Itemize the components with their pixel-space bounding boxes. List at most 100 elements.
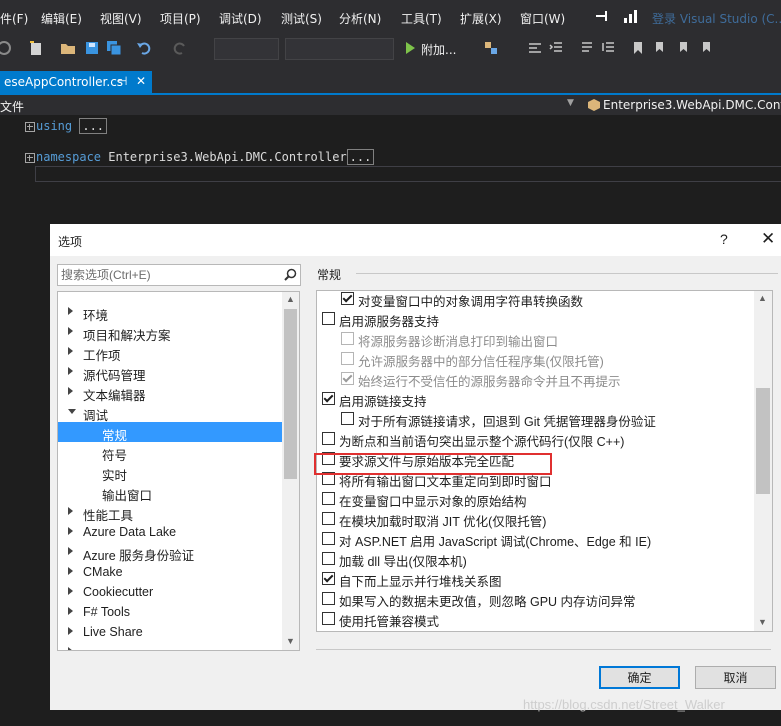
undo-icon[interactable]	[136, 40, 152, 56]
navigate-back-icon[interactable]	[0, 40, 16, 56]
attach-label[interactable]: 附加...	[421, 41, 456, 58]
tree-item[interactable]: 调试	[58, 402, 282, 423]
unchecked-checkbox[interactable]	[322, 532, 335, 545]
menu-analyze[interactable]: 分析(N)	[339, 10, 381, 27]
unchecked-checkbox[interactable]	[322, 612, 335, 625]
collapsed-arrow-icon[interactable]	[68, 327, 73, 335]
prev-bookmark-icon[interactable]	[653, 40, 669, 56]
tree-item[interactable]: 输出窗口	[58, 482, 282, 503]
search-icon[interactable]	[284, 268, 297, 281]
tree-item[interactable]: 项目和解决方案	[58, 322, 282, 343]
unchecked-checkbox[interactable]	[322, 512, 335, 525]
unchecked-checkbox[interactable]	[322, 492, 335, 505]
checked-checkbox[interactable]	[341, 292, 354, 305]
tree-item[interactable]: 工作项	[58, 342, 282, 363]
nav-right-label[interactable]: Enterprise3.WebApi.DMC.Cont	[603, 98, 781, 112]
tree-item[interactable]: 环境	[58, 302, 282, 323]
uncomment-icon[interactable]	[601, 40, 617, 56]
nav-left-label[interactable]: 文件	[0, 98, 24, 115]
checked-checkbox[interactable]	[322, 392, 335, 405]
pin-icon[interactable]: ⊣	[117, 74, 127, 88]
collapsed-arrow-icon[interactable]	[68, 607, 73, 615]
save-icon[interactable]	[84, 40, 100, 56]
scroll-up-icon[interactable]: ▲	[758, 293, 767, 303]
help-icon[interactable]: ?	[720, 231, 728, 247]
bookmark-icon[interactable]	[630, 40, 646, 56]
scroll-down-icon[interactable]: ▼	[286, 636, 295, 646]
unchecked-checkbox[interactable]	[322, 312, 335, 325]
expand-icon[interactable]	[25, 152, 35, 163]
collapsed-arrow-icon[interactable]	[68, 367, 73, 375]
collapsed-arrow-icon[interactable]	[68, 627, 73, 635]
tree-item[interactable]: 实时	[58, 462, 282, 483]
collapsed-arrow-icon[interactable]	[68, 507, 73, 515]
collapsed-arrow-icon[interactable]	[68, 527, 73, 535]
step-icon[interactable]	[527, 40, 543, 56]
redo-icon[interactable]	[172, 40, 188, 56]
menu-tools[interactable]: 工具(T)	[401, 10, 442, 27]
tree-item[interactable]: Live Share	[58, 622, 282, 642]
start-debugging-icon[interactable]	[402, 40, 418, 56]
tree-item[interactable]: 源代码管理	[58, 362, 282, 383]
menu-extensions[interactable]: 扩展(X)	[460, 10, 502, 27]
menu-project[interactable]: 项目(P)	[160, 10, 201, 27]
live-share-icon[interactable]	[596, 8, 646, 24]
collapsed-arrow-icon[interactable]	[68, 307, 73, 315]
collapsed-arrow-icon[interactable]	[68, 647, 73, 650]
platform-combo[interactable]	[285, 38, 394, 60]
close-icon[interactable]: ✕	[761, 229, 775, 249]
scroll-down-icon[interactable]: ▼	[758, 617, 767, 627]
search-input[interactable]	[61, 267, 271, 283]
open-folder-icon[interactable]	[60, 40, 76, 56]
tree-item[interactable]: Node.js 工具	[58, 642, 282, 650]
collapsed-arrow-icon[interactable]	[68, 387, 73, 395]
save-all-icon[interactable]	[106, 40, 122, 56]
new-project-icon[interactable]	[28, 40, 44, 56]
collapsed-arrow-icon[interactable]	[68, 567, 73, 575]
menu-view[interactable]: 视图(V)	[100, 10, 142, 27]
indent-icon[interactable]	[548, 40, 564, 56]
tree-scrollbar[interactable]: ▲ ▼	[282, 292, 299, 650]
menu-test[interactable]: 测试(S)	[281, 10, 322, 27]
options-scroll-thumb[interactable]	[756, 388, 770, 494]
collapsed-region[interactable]: ...	[346, 149, 375, 165]
menu-debug[interactable]: 调试(D)	[219, 10, 262, 27]
scroll-up-icon[interactable]: ▲	[286, 294, 295, 304]
close-icon[interactable]: ✕	[136, 74, 146, 88]
collapsed-region[interactable]: ...	[79, 118, 108, 134]
menu-window[interactable]: 窗口(W)	[520, 10, 565, 27]
configuration-combo[interactable]	[214, 38, 279, 60]
tree-item[interactable]: CMake	[58, 562, 282, 582]
collapsed-arrow-icon[interactable]	[68, 547, 73, 555]
unchecked-checkbox[interactable]	[322, 552, 335, 565]
tree-item[interactable]: F# Tools	[58, 602, 282, 622]
chevron-down-icon[interactable]: ▼	[567, 98, 574, 108]
expand-icon[interactable]	[25, 121, 35, 132]
tree-item[interactable]: 性能工具	[58, 502, 282, 523]
tree-item[interactable]: Cookiecutter	[58, 582, 282, 602]
dialog-title-bar[interactable]: 选项 ? ✕	[50, 224, 781, 256]
collapsed-arrow-icon[interactable]	[68, 587, 73, 595]
checked-checkbox[interactable]	[322, 572, 335, 585]
collapsed-arrow-icon[interactable]	[68, 347, 73, 355]
tree-item[interactable]: Azure Data Lake	[58, 522, 282, 542]
tree-item[interactable]: 文本编辑器	[58, 382, 282, 403]
expanded-arrow-icon[interactable]	[68, 409, 76, 414]
cancel-button[interactable]: 取消	[695, 666, 776, 689]
unchecked-checkbox[interactable]	[341, 412, 354, 425]
clear-bookmarks-icon[interactable]	[700, 40, 716, 56]
menu-file[interactable]: 件(F)	[0, 10, 28, 27]
sign-in-link[interactable]: 登录 Visual Studio (C...	[652, 10, 781, 27]
tree-item[interactable]: 常规	[58, 422, 282, 443]
comment-icon[interactable]	[579, 40, 595, 56]
menu-edit[interactable]: 编辑(E)	[41, 10, 82, 27]
options-scrollbar[interactable]: ▲ ▼	[754, 291, 772, 631]
tree-item[interactable]: 符号	[58, 442, 282, 463]
tab-active-document[interactable]: eseAppController.cs ⊣ ✕	[0, 71, 152, 94]
browser-link-icon[interactable]	[483, 40, 499, 56]
unchecked-checkbox[interactable]	[322, 592, 335, 605]
tree-scroll-thumb[interactable]	[284, 309, 297, 479]
unchecked-checkbox[interactable]	[322, 432, 335, 445]
ok-button[interactable]: 确定	[599, 666, 680, 689]
next-bookmark-icon[interactable]	[677, 40, 693, 56]
